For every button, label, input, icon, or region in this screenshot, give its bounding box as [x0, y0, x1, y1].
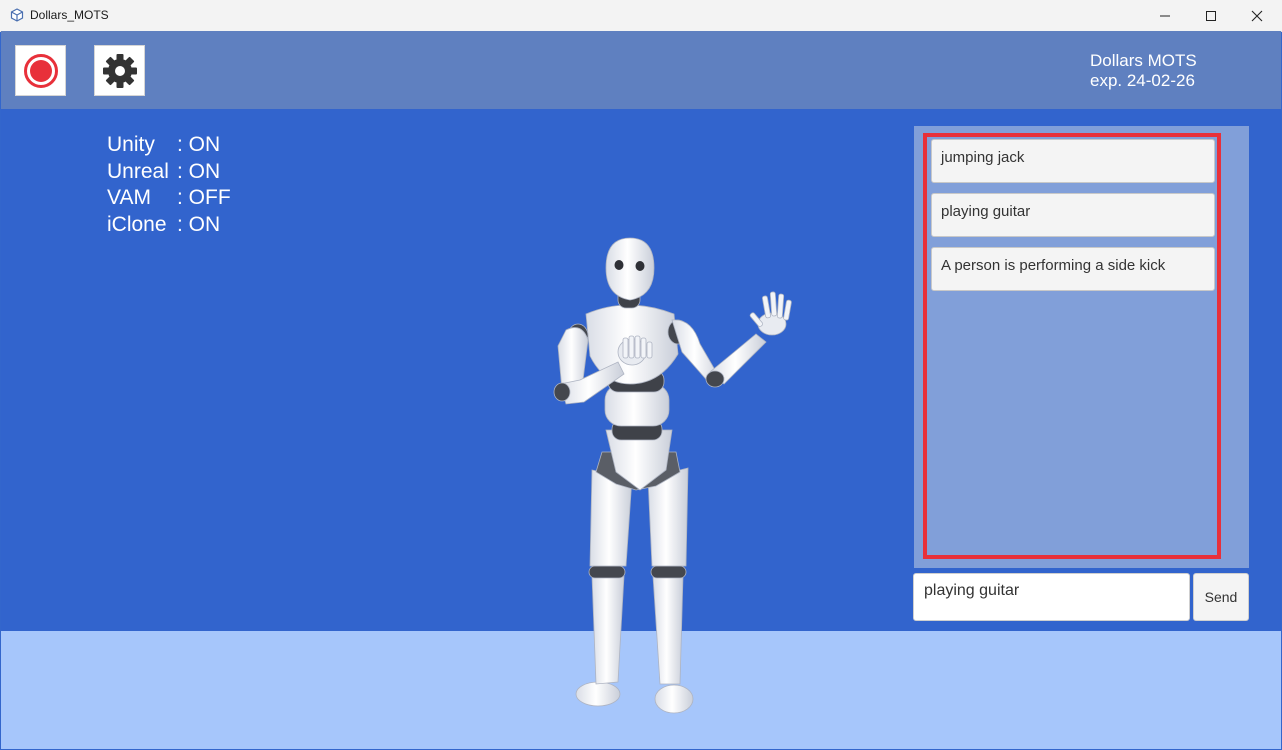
- status-row-unity: Unity : ON: [107, 132, 220, 159]
- minimize-icon: [1160, 15, 1170, 16]
- send-button[interactable]: Send: [1193, 573, 1249, 621]
- status-name: Unity: [107, 133, 155, 156]
- close-icon: [1251, 10, 1263, 21]
- status-name: VAM: [107, 186, 151, 210]
- app-header: Dollars MOTS exp. 24-02-26: [1, 31, 1281, 109]
- license-expiry: exp. 24-02-26: [1090, 71, 1195, 90]
- status-name: Unreal: [107, 159, 169, 183]
- maximize-button[interactable]: [1188, 0, 1234, 31]
- prompt-input[interactable]: [913, 573, 1190, 621]
- mannequin-figure: [553, 237, 792, 714]
- status-name: iClone: [107, 213, 167, 237]
- record-button[interactable]: [15, 45, 66, 96]
- status-value: : OFF: [177, 186, 231, 210]
- status-row-vam: VAM : OFF: [107, 185, 231, 212]
- minimize-button[interactable]: [1142, 0, 1188, 31]
- settings-button[interactable]: [94, 45, 145, 96]
- gear-icon: [102, 53, 137, 88]
- brand-name: Dollars MOTS: [1090, 51, 1197, 70]
- status-value: : ON: [177, 159, 221, 183]
- app-cube-icon: [10, 8, 24, 22]
- window-title-bar: Dollars_MOTS: [0, 0, 1282, 32]
- prompt-history-item[interactable]: playing guitar: [931, 193, 1215, 237]
- record-icon: [23, 53, 58, 88]
- brand-block: Dollars MOTS exp. 24-02-26: [1090, 51, 1197, 91]
- status-row-iclone: iClone : ON: [107, 212, 220, 239]
- prompt-history-item[interactable]: A person is performing a side kick: [931, 247, 1215, 291]
- status-value: : ON: [177, 213, 221, 237]
- status-value: : ON: [177, 133, 221, 156]
- engine-status-list: Unity : ON Unreal : ON VAM : OFF iClone : ON: [107, 132, 231, 239]
- close-button[interactable]: [1234, 0, 1280, 31]
- window-title: Dollars_MOTS: [30, 8, 109, 22]
- prompt-history-item[interactable]: jumping jack: [931, 139, 1215, 183]
- status-row-unreal: Unreal : ON: [107, 159, 220, 186]
- maximize-icon: [1206, 10, 1216, 21]
